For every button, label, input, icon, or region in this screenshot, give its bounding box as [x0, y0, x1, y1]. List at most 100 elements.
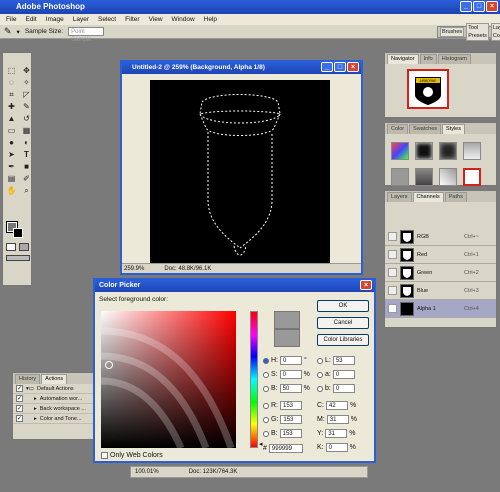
style-swatch[interactable] [463, 142, 481, 160]
tab-history[interactable]: History [15, 374, 41, 384]
h-radio[interactable] [263, 357, 269, 364]
menu-image[interactable]: Image [46, 14, 64, 25]
action-row[interactable]: ✓ ▸ Back workspace ... [13, 404, 99, 414]
tab-color[interactable]: Color [387, 124, 409, 134]
s-radio[interactable] [263, 371, 269, 378]
action-checkbox[interactable]: ✓ [16, 385, 23, 392]
action-checkbox[interactable]: ✓ [16, 395, 23, 402]
tab-info[interactable]: Info [419, 54, 437, 64]
style-swatch[interactable] [463, 168, 481, 186]
blue-field[interactable]: 153 [279, 429, 302, 438]
visibility-toggle[interactable] [388, 304, 397, 313]
channel-row-blue[interactable]: Blue Ctrl+3 [385, 282, 496, 300]
visibility-toggle[interactable] [388, 232, 397, 241]
a-radio[interactable] [317, 371, 323, 378]
r-field[interactable]: 153 [280, 401, 302, 410]
ok-button[interactable]: OK [317, 300, 369, 312]
menu-edit[interactable]: Edit [25, 14, 36, 25]
marquee-tool-icon[interactable]: ⬚ [5, 65, 18, 76]
menu-select[interactable]: Select [98, 14, 116, 25]
menu-filter[interactable]: Filter [125, 14, 139, 25]
type-tool-icon[interactable]: T [20, 149, 33, 160]
chevron-down-icon[interactable]: ▾ [17, 28, 20, 36]
blur-tool-icon[interactable]: ● [5, 137, 18, 148]
quick-mask-standard-icon[interactable] [6, 243, 16, 251]
background-color-swatch[interactable] [13, 228, 23, 238]
gradient-tool-icon[interactable]: ▦ [20, 125, 33, 136]
menu-help[interactable]: Help [204, 14, 217, 25]
lab-b-radio[interactable] [317, 385, 323, 392]
r-radio[interactable] [263, 402, 269, 409]
action-set-row[interactable]: ✓ ▾▭ Default Actions [13, 384, 99, 394]
style-swatch[interactable] [415, 168, 433, 186]
well-tab-brushes[interactable]: Brushes [440, 27, 465, 37]
g-field[interactable]: 153 [280, 415, 303, 424]
channel-row-red[interactable]: Red Ctrl+1 [385, 246, 496, 264]
tab-navigator[interactable]: Navigator [387, 54, 419, 64]
path-selection-tool-icon[interactable]: ➤ [5, 149, 18, 160]
l-radio[interactable] [317, 357, 323, 364]
slice-tool-icon[interactable]: ◸ [20, 89, 33, 100]
well-tab-layer-comps[interactable]: Layer Comps [490, 23, 500, 41]
magic-wand-tool-icon[interactable]: ✧ [20, 77, 33, 88]
maximize-button[interactable]: □ [473, 1, 485, 12]
stamp-tool-icon[interactable]: ▲ [5, 113, 18, 124]
notes-tool-icon[interactable]: ▤ [5, 173, 18, 184]
screen-mode-icon[interactable] [6, 255, 30, 261]
close-button[interactable]: × [486, 1, 498, 12]
expand-triangle-icon[interactable]: ▸ [26, 396, 37, 402]
web-colors-checkbox[interactable] [101, 452, 108, 459]
channel-row-green[interactable]: Green Ctrl+2 [385, 264, 496, 282]
menu-file[interactable]: File [6, 14, 16, 25]
cancel-button[interactable]: Cancel [317, 317, 369, 329]
hue-slider-arrow-icon[interactable]: ◂ [259, 440, 263, 448]
action-row[interactable]: ✓ ▸ Automation wor... [13, 394, 99, 404]
visibility-toggle[interactable] [388, 250, 397, 259]
zoom-tool-icon[interactable]: ⌕ [20, 185, 33, 196]
move-tool-icon[interactable]: ✥ [20, 65, 33, 76]
b-field[interactable]: 50 [279, 384, 302, 393]
document-canvas[interactable] [150, 80, 330, 265]
hex-field[interactable]: 999999 [268, 444, 303, 453]
visibility-toggle[interactable] [388, 268, 397, 277]
tab-paths[interactable]: Paths [444, 192, 467, 202]
hand-tool-icon[interactable]: ✋ [5, 185, 18, 196]
s-field[interactable]: 0 [279, 370, 302, 379]
action-checkbox[interactable]: ✓ [16, 415, 23, 422]
m-field[interactable]: 31 [326, 415, 349, 424]
well-tab-tool-presets[interactable]: Tool Presets [466, 23, 489, 41]
b-radio[interactable] [263, 385, 269, 392]
tab-histogram[interactable]: Histogram [437, 54, 471, 64]
zoom-level-2[interactable]: 100.01% [135, 467, 159, 477]
sample-size-select[interactable]: Point Sample [68, 27, 105, 43]
a-field[interactable]: 0 [332, 370, 355, 379]
eyedropper-tool-icon[interactable]: ✐ [20, 173, 33, 184]
style-swatch[interactable] [391, 142, 409, 160]
l-field[interactable]: 53 [332, 356, 355, 365]
c-field[interactable]: 42 [326, 401, 348, 410]
pen-tool-icon[interactable]: ✒ [5, 161, 18, 172]
hue-slider[interactable] [250, 311, 258, 448]
eraser-tool-icon[interactable]: ▭ [5, 125, 18, 136]
tab-styles[interactable]: Styles [442, 124, 465, 134]
menu-layer[interactable]: Layer [73, 14, 89, 25]
action-checkbox[interactable]: ✓ [16, 405, 23, 412]
crop-tool-icon[interactable]: ⌗ [5, 89, 18, 100]
zoom-level[interactable]: 259.9% [124, 264, 144, 273]
doc-maximize-button[interactable]: □ [334, 62, 346, 72]
tab-channels[interactable]: Channels [412, 192, 444, 202]
tab-layers[interactable]: Layers [387, 192, 412, 202]
h-field[interactable]: 0 [280, 356, 302, 365]
style-swatch[interactable] [391, 168, 409, 186]
action-row[interactable]: ✓ ▸ Color and Tone... [13, 414, 99, 424]
menu-window[interactable]: Window [172, 14, 195, 25]
brush-tool-icon[interactable]: ✎ [20, 101, 33, 112]
y-field[interactable]: 31 [325, 429, 348, 438]
g-radio[interactable] [263, 416, 269, 423]
shape-tool-icon[interactable]: ■ [20, 161, 33, 172]
visibility-toggle[interactable] [388, 286, 397, 295]
quick-mask-icon[interactable] [19, 243, 29, 251]
lasso-tool-icon[interactable]: ◌ [5, 77, 18, 88]
expand-triangle-icon[interactable]: ▸ [26, 406, 37, 412]
history-brush-tool-icon[interactable]: ↺ [20, 113, 33, 124]
